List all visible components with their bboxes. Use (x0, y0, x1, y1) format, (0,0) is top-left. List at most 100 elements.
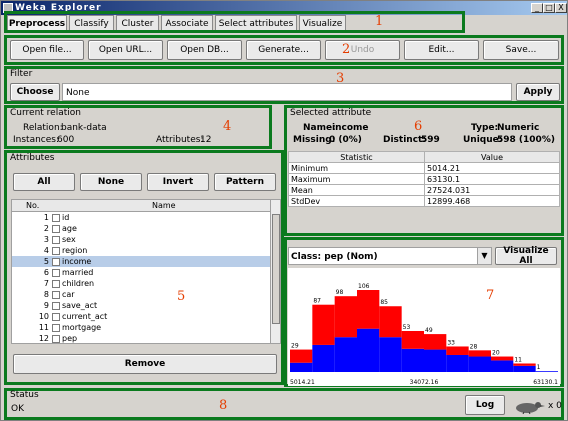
attribute-checkbox[interactable] (52, 213, 60, 222)
attribute-row-name: pep (62, 334, 78, 343)
visualize-all-button[interactable]: Visualize All (495, 246, 557, 266)
attributes-count-label: Attributes: (156, 135, 204, 145)
bar-segment-blue (401, 348, 424, 372)
attribute-row-no: 12 (38, 334, 49, 343)
attribute-row-name: region (62, 246, 88, 255)
attribute-row[interactable]: 8 car (12, 289, 270, 300)
attribute-checkbox[interactable] (52, 334, 60, 343)
distinct-label: Distinct: (383, 135, 426, 145)
statistic-value: 63130.1 (424, 173, 560, 185)
attribute-table: No. Name 1 id 2 age 3 sex 4 region 5 income 6 marri… (11, 199, 281, 344)
attribute-row[interactable]: 2 age (12, 223, 270, 234)
save-button[interactable]: Save... (483, 40, 559, 60)
attribute-row[interactable]: 10 current_act (12, 311, 270, 322)
attribute-row[interactable]: 7 children (12, 278, 270, 289)
attribute-row-no: 4 (43, 246, 49, 255)
attribute-row[interactable]: 1 id (12, 212, 270, 223)
bar-segment-red (334, 296, 357, 338)
filter-apply-button[interactable]: Apply (516, 83, 560, 101)
select-all-button[interactable]: All (13, 173, 75, 191)
attribute-row-name: id (62, 213, 70, 222)
attribute-row-no: 11 (38, 323, 49, 332)
select-none-button[interactable]: None (80, 173, 142, 191)
filter-field[interactable]: None (62, 83, 512, 101)
statistic-name: Maximum (288, 173, 425, 185)
attribute-row[interactable]: 4 region (12, 245, 270, 256)
attribute-checkbox[interactable] (52, 257, 60, 266)
weka-bird-icon[interactable] (511, 398, 547, 415)
bar-segment-red (357, 290, 380, 329)
attribute-row-no: 1 (43, 213, 49, 222)
statistics-row: Mean 27524.031 (288, 184, 560, 196)
bar-segment-red (446, 346, 469, 355)
attribute-checkbox[interactable] (52, 279, 60, 288)
bar-count-label: 29 (291, 343, 299, 350)
bar-segment-red (491, 356, 514, 361)
generate-button[interactable]: Generate... (246, 40, 321, 60)
undo-button[interactable]: Undo (325, 40, 400, 60)
open-db-button[interactable]: Open DB... (167, 40, 242, 60)
filter-choose-button[interactable]: Choose (10, 83, 60, 101)
scrollbar-thumb[interactable] (272, 214, 280, 324)
bar-segment-blue (379, 337, 402, 372)
attribute-row[interactable]: 9 save_act (12, 300, 270, 311)
attribute-checkbox[interactable] (52, 323, 60, 332)
attribute-scrollbar[interactable] (270, 200, 280, 343)
header-name: Name (152, 201, 176, 210)
bar-segment-blue (334, 337, 357, 372)
edit-button[interactable]: Edit... (404, 40, 479, 60)
minimize-button[interactable]: _ (531, 3, 543, 13)
header-value: Value (424, 151, 560, 163)
attribute-row-name: children (62, 279, 95, 288)
attribute-row-name: car (62, 290, 75, 299)
histogram: 2987981068553 493328201115014.21 34072.16 6… (288, 268, 560, 386)
bar-segment-blue (491, 360, 514, 372)
attribute-checkbox[interactable] (52, 268, 60, 277)
task-count: x 0 (548, 401, 562, 411)
close-button[interactable]: X (555, 3, 567, 13)
distinct-value: 599 (421, 135, 440, 145)
attribute-row[interactable]: 6 married (12, 267, 270, 278)
statistics-header: Statistic Value (288, 151, 560, 163)
instances-label: Instances: (13, 135, 60, 145)
bar-segment-blue (446, 354, 469, 372)
attribute-row[interactable]: 3 sex (12, 234, 270, 245)
bar-count-label: 1 (537, 364, 541, 371)
header-statistic: Statistic (288, 151, 425, 163)
attribute-row[interactable]: 12 pep (12, 333, 270, 343)
bar-segment-blue (312, 344, 335, 372)
current-relation-title: Current relation (10, 108, 81, 118)
attribute-checkbox[interactable] (52, 235, 60, 244)
open-url-button[interactable]: Open URL... (88, 40, 163, 60)
invert-button[interactable]: Invert (147, 173, 209, 191)
maximize-button[interactable]: □ (543, 3, 555, 13)
selected-attribute-title: Selected attribute (290, 108, 372, 118)
chevron-down-icon[interactable]: ▼ (477, 248, 491, 264)
log-button[interactable]: Log (465, 395, 505, 415)
remove-button[interactable]: Remove (13, 354, 277, 374)
annotation-box-1 (4, 11, 465, 33)
annotation-6: 6 (414, 119, 423, 134)
type-value: Numeric (497, 123, 540, 133)
statistic-name: Minimum (288, 162, 425, 174)
statistics-table: Statistic Value Minimum 5014.21 Maximum 631… (288, 151, 560, 207)
pattern-button[interactable]: Pattern (214, 173, 276, 191)
class-select[interactable]: Class: pep (Nom) ▼ (288, 247, 492, 265)
open-file-button[interactable]: Open file... (10, 40, 84, 60)
bar-segment-red (379, 306, 402, 338)
bar-count-label: 11 (514, 356, 522, 363)
attribute-checkbox[interactable] (52, 224, 60, 233)
attribute-row[interactable]: 11 mortgage (12, 322, 270, 333)
attributes-count-value: 12 (200, 135, 212, 145)
attribute-checkbox[interactable] (52, 246, 60, 255)
annotation-5: 5 (177, 289, 186, 304)
attribute-checkbox[interactable] (52, 290, 60, 299)
attribute-row[interactable]: 5 income (12, 256, 270, 267)
attribute-row-no: 2 (43, 224, 49, 233)
name-label: Name: (303, 123, 336, 133)
statistic-name: StdDev (288, 195, 425, 207)
attribute-checkbox[interactable] (52, 301, 60, 310)
name-value: income (332, 123, 369, 133)
statistics-row: Maximum 63130.1 (288, 173, 560, 185)
attribute-checkbox[interactable] (52, 312, 60, 321)
